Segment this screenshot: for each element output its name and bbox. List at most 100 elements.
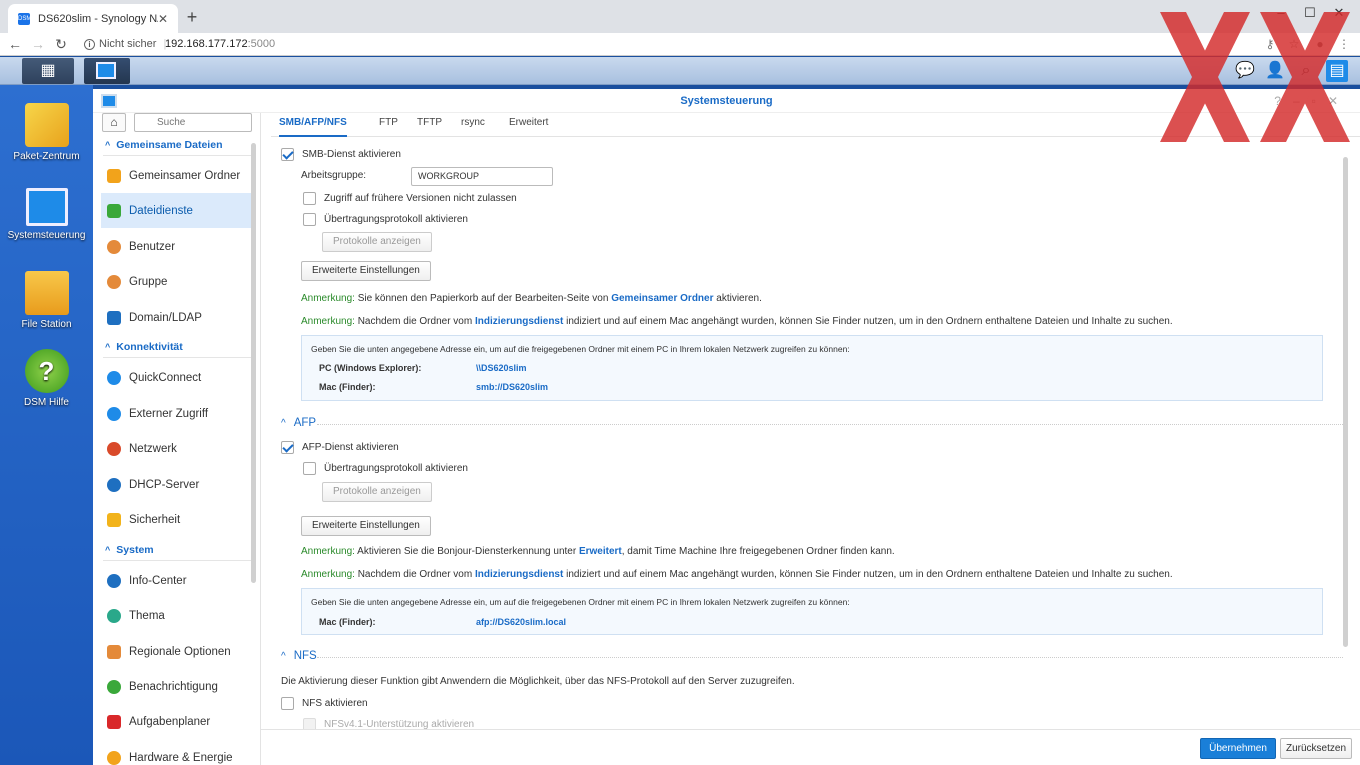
package-icon [24,103,69,147]
afp-enable-row: AFP-Dienst aktivieren [281,441,399,454]
prev-versions-checkbox[interactable] [303,192,316,205]
tab-rsync[interactable]: rsync [461,113,485,137]
indexing-service-link[interactable]: Indizierungsdienst [475,316,563,327]
group-icon [107,274,121,289]
home-icon: ⌂ [110,115,118,129]
group-connectivity[interactable]: ^ Konnektivität [105,341,183,353]
url-field[interactable]: 192.168.177.172:5000 [165,38,275,50]
afp-note-bonjour: Anmerkung: Aktivieren Sie die Bonjour-Di… [301,546,895,557]
desktop: Paket-Zentrum Systemsteuerung File Stati… [0,85,93,765]
back-icon[interactable]: ← [6,35,24,53]
group-shared-files[interactable]: ^ Gemeinsame Dateien [105,139,222,151]
browser-tabstrip: DSM DS620slim - Synology NAS ✕ + – ☐ ✕ [0,0,1360,33]
forward-icon[interactable]: → [29,35,47,53]
afp-show-logs-button[interactable]: Protokolle anzeigen [322,482,432,502]
sidebar-scrollbar[interactable] [251,143,256,583]
smb-transfer-log-row: Übertragungsprotokoll aktivieren [303,213,468,226]
file-services-icon [107,203,121,218]
desktop-icon-label: Paket-Zentrum [13,151,80,162]
help-icon: ? [24,349,69,393]
divider [103,155,253,156]
desktop-icon-file-station[interactable]: File Station [0,271,93,330]
chevron-up-icon: ^ [105,545,111,555]
sidebar-item-external-access[interactable]: Externer Zugriff [101,396,251,431]
shared-folder-icon [107,168,121,183]
chevron-up-icon: ^ [281,417,286,429]
smb-enable-checkbox[interactable] [281,148,294,161]
sidebar-item-file-services[interactable]: Dateidienste [101,193,251,228]
afp-transfer-log-checkbox[interactable] [303,462,316,475]
afp-enable-checkbox[interactable] [281,441,294,454]
sidebar-item-quickconnect[interactable]: QuickConnect [101,360,251,395]
afp-mac-label: Mac (Finder): [319,617,376,627]
advanced-link[interactable]: Erweitert [579,546,622,557]
palette-icon [107,608,121,623]
prev-versions-row: Zugriff auf frühere Versionen nicht zula… [303,192,517,205]
sidebar-item-user[interactable]: Benutzer [101,229,251,264]
sidebar-item-notification[interactable]: Benachrichtigung [101,669,251,704]
hardware-icon [107,750,121,765]
new-tab-button[interactable]: + [184,7,200,27]
group-system[interactable]: ^ System [105,544,154,556]
sidebar-item-group[interactable]: Gruppe [101,264,251,299]
reset-button[interactable]: Zurücksetzen [1280,738,1352,759]
sidebar-item-network[interactable]: Netzwerk [101,431,251,466]
chevron-up-icon: ^ [281,650,286,662]
sidebar-item-shared-folder[interactable]: Gemeinsamer Ordner [101,158,251,193]
home-button[interactable]: ⌂ [102,113,126,132]
not-secure-label: Nicht sicher [99,38,157,50]
dhcp-icon [107,477,121,492]
tab-smb-afp-nfs[interactable]: SMB/AFP/NFS [279,113,347,137]
network-icon [107,441,121,456]
content-scrollbar[interactable] [1343,157,1348,647]
shared-folder-link[interactable]: Gemeinsamer Ordner [611,293,713,304]
reload-icon[interactable]: ↻ [52,35,70,53]
mac-address-value: smb://DS620slim [476,382,549,392]
workgroup-label: Arbeitsgruppe: [301,170,367,181]
nfs-v41-checkbox[interactable] [303,718,316,729]
close-tab-icon[interactable]: ✕ [158,12,168,26]
divider [103,560,253,561]
tab-tftp[interactable]: TFTP [417,113,442,137]
sidebar-item-hardware-power[interactable]: Hardware & Energie [101,740,251,765]
browser-tab[interactable]: DSM DS620slim - Synology NAS ✕ [8,4,178,33]
divider [103,357,253,358]
nfs-enable-row: NFS aktivieren [281,697,368,710]
tab-ftp[interactable]: FTP [379,113,398,137]
sidebar-item-domain-ldap[interactable]: Domain/LDAP [101,300,251,335]
sidebar-item-info-center[interactable]: Info-Center [101,563,251,598]
indexing-service-link[interactable]: Indizierungsdienst [475,569,563,580]
apply-button[interactable]: Übernehmen [1200,738,1276,759]
tab-advanced[interactable]: Erweitert [509,113,548,137]
afp-advanced-settings-button[interactable]: Erweiterte Einstellungen [301,516,431,536]
workgroup-input[interactable]: WORKGROUP [411,167,553,186]
shield-icon [107,512,121,527]
nfs-enable-checkbox[interactable] [281,697,294,710]
desktop-icon-control-panel[interactable]: Systemsteuerung [0,188,93,241]
pc-address-label: PC (Windows Explorer): [319,363,422,373]
nfs-v41-row: NFSv4.1-Unterstützung aktivieren [303,718,474,729]
smb-transfer-log-checkbox[interactable] [303,213,316,226]
sidebar-item-security[interactable]: Sicherheit [101,502,251,537]
sidebar-item-task-scheduler[interactable]: Aufgabenplaner [101,704,251,739]
desktop-icon-package-center[interactable]: Paket-Zentrum [0,103,93,162]
sidebar-item-theme[interactable]: Thema [101,598,251,633]
smb-advanced-settings-button[interactable]: Erweiterte Einstellungen [301,261,431,281]
footer: Übernehmen Zurücksetzen [261,729,1360,765]
search-input[interactable] [134,113,252,132]
url-host: 192.168.177.172 [165,38,248,50]
smb-show-logs-button[interactable]: Protokolle anzeigen [322,232,432,252]
main-menu-button[interactable]: ▦ [22,58,74,84]
security-indicator[interactable]: i Nicht sicher | [84,38,166,50]
taskbar-control-panel-button[interactable] [84,58,130,84]
url-port: :5000 [247,38,276,50]
afp-mac-value: afp://DS620slim.local [476,617,567,627]
nfs-section-header[interactable]: ^ NFS [281,650,317,662]
sidebar-item-regional-options[interactable]: Regionale Optionen [101,634,251,669]
afp-section-header[interactable]: ^ AFP [281,417,316,429]
sidebar-item-dhcp-server[interactable]: DHCP-Server [101,467,251,502]
chevron-up-icon: ^ [105,342,111,352]
info-icon: i [84,38,95,50]
desktop-icon-dsm-help[interactable]: ? DSM Hilfe [0,349,93,408]
domain-icon [107,310,121,325]
